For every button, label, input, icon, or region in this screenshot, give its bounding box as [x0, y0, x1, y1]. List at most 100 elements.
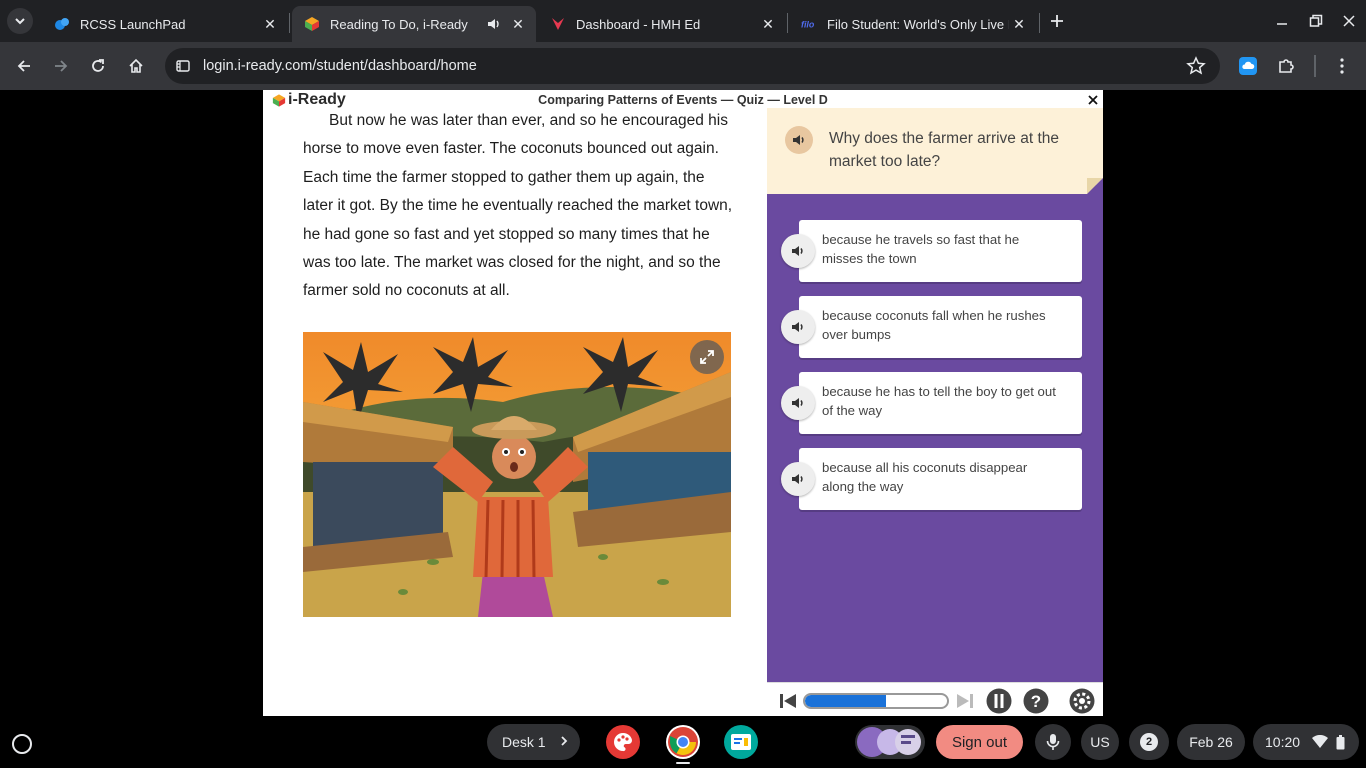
close-lesson-button[interactable]	[1083, 90, 1103, 110]
battery-icon	[1336, 734, 1345, 750]
minimize-button[interactable]	[1267, 8, 1297, 34]
tab-iready[interactable]: Reading To Do, i-Ready ✕	[292, 6, 536, 42]
address-bar[interactable]: login.i-ready.com/student/dashboard/home	[165, 48, 1220, 84]
paint-app-icon[interactable]	[606, 725, 640, 759]
settings-button[interactable]	[1069, 688, 1095, 714]
lesson-controls: ?	[767, 682, 1103, 716]
forward-button[interactable]	[47, 52, 75, 80]
close-tab-icon[interactable]: ✕	[508, 14, 528, 34]
skip-back-icon	[780, 694, 796, 708]
reading-passage: But now he was later than ever, and so h…	[303, 107, 733, 306]
restore-icon	[1309, 14, 1323, 27]
answer-text: because all his coconuts disappear along…	[822, 460, 1028, 494]
tab-separator	[1039, 13, 1040, 33]
home-icon	[129, 58, 143, 73]
classroom-app-icon[interactable]	[724, 725, 758, 759]
close-tab-icon[interactable]: ✕	[1009, 14, 1029, 34]
question-panel: Why does the farmer arrive at the market…	[767, 108, 1103, 682]
pause-button[interactable]	[986, 688, 1012, 714]
reload-icon	[92, 59, 104, 72]
tab-separator	[787, 13, 788, 33]
expand-image-button[interactable]	[690, 340, 724, 374]
answer-choice-3[interactable]: because he has to tell the boy to get ou…	[781, 372, 1082, 434]
answer-audio-button[interactable]	[781, 462, 815, 496]
active-app-indicator	[676, 762, 690, 764]
back-button[interactable]	[10, 52, 38, 80]
tab-filo-student[interactable]: filo Filo Student: World's Only Live I ✕	[789, 6, 1037, 42]
cloud-extension-icon	[1239, 57, 1257, 75]
answer-audio-button[interactable]	[781, 310, 815, 344]
speaker-icon	[792, 322, 803, 332]
story-illustration	[303, 332, 731, 617]
url-text: login.i-ready.com/student/dashboard/home	[203, 58, 477, 74]
pause-icon	[986, 688, 1012, 714]
tab-strip: RCSS LaunchPad ✕ Reading To Do, i-Ready …	[0, 0, 1366, 42]
input-method-button[interactable]: US	[1081, 724, 1119, 760]
site-info-icon[interactable]	[175, 58, 191, 79]
tote-thumbnails	[857, 727, 921, 757]
notifications-button[interactable]: 2	[1129, 724, 1169, 760]
rewind-button[interactable]	[775, 688, 801, 714]
tab-hmh-dashboard[interactable]: Dashboard - HMH Ed ✕	[538, 6, 786, 42]
desk-switcher[interactable]: Desk 1	[487, 724, 580, 760]
close-tab-icon[interactable]: ✕	[758, 14, 778, 34]
launcher-button[interactable]	[12, 734, 32, 754]
clock-time: 10:20	[1265, 734, 1301, 750]
wifi-icon	[1312, 735, 1329, 749]
tote-holding-space[interactable]	[855, 725, 925, 759]
date-tray[interactable]: Feb 26	[1177, 724, 1245, 760]
more-vert-icon	[1340, 58, 1344, 74]
chrome-app-icon[interactable]	[666, 725, 700, 759]
help-button[interactable]: ?	[1023, 688, 1049, 714]
cloud-extension-button[interactable]	[1234, 52, 1262, 80]
close-tab-icon[interactable]: ✕	[260, 14, 280, 34]
audio-playing-icon[interactable]	[486, 16, 502, 32]
dictation-button[interactable]	[1035, 724, 1071, 760]
bookmark-star-icon[interactable]	[1186, 56, 1206, 81]
page-viewport: i-Ready Comparing Patterns of Events — Q…	[0, 90, 1366, 716]
hmh-icon	[550, 16, 566, 32]
sign-out-button[interactable]: Sign out	[936, 725, 1023, 759]
lesson-progress-bar	[803, 693, 949, 709]
answer-choice-2[interactable]: because coconuts fall when he rushes ove…	[781, 296, 1082, 358]
restore-button[interactable]	[1301, 8, 1331, 34]
gear-icon	[1069, 688, 1095, 714]
speaker-icon	[792, 398, 803, 408]
expand-icon	[700, 350, 714, 364]
menu-button[interactable]	[1328, 52, 1356, 80]
lesson-progress-fill	[805, 695, 886, 707]
answer-text: because coconuts fall when he rushes ove…	[822, 308, 1046, 342]
notification-count: 2	[1140, 733, 1158, 751]
question-card: Why does the farmer arrive at the market…	[767, 108, 1103, 194]
speaker-icon	[793, 135, 804, 145]
farmer-illustration	[303, 332, 731, 617]
answer-choice-4[interactable]: because all his coconuts disappear along…	[781, 448, 1082, 510]
speaker-icon	[792, 246, 803, 256]
status-tray[interactable]: 10:20	[1253, 724, 1359, 760]
iready-icon	[304, 16, 320, 32]
new-tab-button[interactable]	[1045, 9, 1069, 33]
answer-audio-button[interactable]	[781, 386, 815, 420]
speaker-icon	[792, 474, 803, 484]
tab-rcss-launchpad[interactable]: RCSS LaunchPad ✕	[42, 6, 288, 42]
page-fold-cutout	[1087, 178, 1103, 194]
passage-paragraph: But now he was later than ever, and so h…	[303, 112, 733, 300]
answer-text: because he travels so fast that he misse…	[822, 232, 1020, 266]
tab-title: Dashboard - HMH Ed	[576, 16, 701, 32]
extensions-button[interactable]	[1272, 52, 1300, 80]
home-button[interactable]	[122, 52, 150, 80]
tab-search-button[interactable]	[7, 8, 33, 34]
question-audio-button[interactable]	[785, 126, 813, 154]
answer-text: because he has to tell the boy to get ou…	[822, 384, 1056, 418]
toolbar-divider	[1314, 55, 1316, 77]
answer-audio-button[interactable]	[781, 234, 815, 268]
answer-choice-1[interactable]: because he travels so fast that he misse…	[781, 220, 1082, 282]
puzzle-icon	[1279, 59, 1294, 73]
lesson-content: i-Ready Comparing Patterns of Events — Q…	[263, 90, 1103, 716]
tab-title: Reading To Do, i-Ready	[330, 16, 468, 32]
launchpad-icon	[54, 16, 70, 32]
reload-button[interactable]	[84, 52, 112, 80]
close-window-button[interactable]	[1334, 8, 1364, 34]
skip-forward-button[interactable]	[952, 688, 978, 714]
browser-toolbar: login.i-ready.com/student/dashboard/home	[0, 42, 1366, 90]
